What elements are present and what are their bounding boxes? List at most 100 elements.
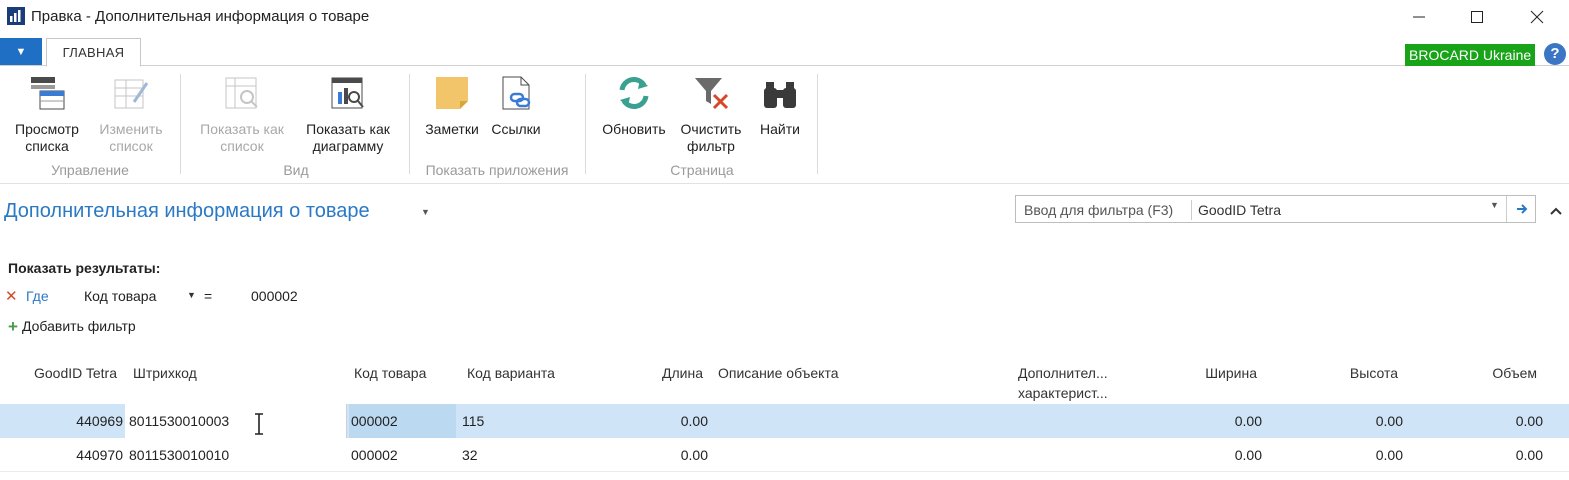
cell-length[interactable]: 0.00 (600, 404, 708, 438)
links-button[interactable]: Ссылки (486, 74, 546, 138)
group-divider (409, 74, 410, 174)
col-header-height[interactable]: Высота (1290, 363, 1398, 383)
filter-operator: = (204, 288, 213, 304)
filter-field-dropdown[interactable]: Код товара (84, 288, 156, 304)
page-title[interactable]: Дополнительная информация о товаре (4, 200, 370, 223)
ribbon: Просмотр списка Изменить список Управлен… (0, 66, 1569, 184)
show-as-list-icon (225, 77, 258, 109)
col-header-variant-code[interactable]: Код варианта (467, 363, 555, 383)
col-header-length[interactable]: Длина (600, 363, 703, 383)
col-header-item-code[interactable]: Код товара (354, 363, 426, 383)
cell-goodid[interactable]: 440970 (10, 438, 123, 472)
close-icon (1530, 10, 1544, 24)
cell-length[interactable]: 0.00 (600, 438, 708, 472)
cell-height[interactable]: 0.00 (1290, 404, 1403, 438)
refresh-icon (619, 77, 649, 109)
col-header-extra-line-1: Дополнител... (1018, 365, 1108, 381)
caret-down-icon: ▼ (15, 45, 27, 58)
cell-height[interactable]: 0.00 (1290, 438, 1403, 472)
col-header-barcode[interactable]: Штрихкод (133, 363, 197, 383)
filter-input-placeholder[interactable]: Ввод для фильтра (F3) (1024, 202, 1173, 218)
app-menu-button[interactable]: ▼ (0, 38, 42, 65)
company-badge[interactable]: BROCARD Ukraine (1405, 44, 1536, 66)
refresh-button[interactable]: Обновить (596, 74, 672, 138)
filter-divider (1191, 200, 1192, 220)
clear-filter-icon (695, 78, 729, 110)
refresh-label: Обновить (602, 121, 666, 137)
tab-home[interactable]: ГЛАВНАЯ (46, 38, 141, 67)
collapse-chevron-up-icon[interactable] (1549, 203, 1563, 219)
field-caret-down-icon[interactable]: ▼ (187, 290, 196, 300)
edit-list-button[interactable]: Изменить список (92, 74, 170, 155)
col-header-volume[interactable]: Объем (1430, 363, 1537, 383)
cell-volume[interactable]: 0.00 (1430, 404, 1543, 438)
group-label-view: Вид (283, 162, 309, 178)
apply-filter-button[interactable] (1506, 196, 1536, 222)
col-header-width[interactable]: Ширина (1150, 363, 1257, 383)
remove-filter-icon[interactable]: ✕ (5, 287, 18, 305)
find-label: Найти (760, 121, 800, 137)
cell-width[interactable]: 0.00 (1150, 404, 1262, 438)
cell-variant-code[interactable]: 115 (462, 404, 484, 438)
show-as-chart-icon (331, 77, 364, 109)
app-logo-icon (7, 7, 25, 25)
col-header-object-desc[interactable]: Описание объекта (718, 363, 839, 383)
maximize-button[interactable] (1453, 0, 1501, 34)
minimize-icon (1413, 16, 1425, 18)
view-list-label-1: Просмотр (15, 121, 79, 137)
title-caret-down-icon[interactable]: ▼ (421, 207, 430, 217)
table-row[interactable]: 440970 8011530010010 000002 32 0.00 0.00… (0, 438, 1569, 472)
cell-variant-code[interactable]: 32 (462, 438, 478, 472)
help-icon[interactable]: ? (1544, 43, 1566, 65)
table-row[interactable]: 440969 8011530010003 000002 115 0.00 0.0… (0, 404, 1569, 438)
links-icon (502, 76, 531, 110)
find-button[interactable]: Найти (750, 74, 810, 138)
group-divider (180, 74, 181, 174)
edit-list-icon (114, 79, 149, 109)
notes-label: Заметки (425, 121, 479, 137)
col-header-goodid[interactable]: GoodID Tetra (10, 363, 117, 383)
group-label-manage: Управление (51, 162, 129, 178)
group-label-page: Страница (670, 162, 734, 178)
notes-button[interactable]: Заметки (420, 74, 484, 138)
view-list-label-2: списка (25, 138, 69, 154)
cell-width[interactable]: 0.00 (1150, 438, 1262, 472)
notes-icon (436, 77, 468, 109)
binoculars-icon (764, 82, 796, 108)
links-label: Ссылки (491, 121, 541, 137)
text-cursor-icon (255, 413, 263, 435)
show-as-list-label-1: Показать как (200, 121, 284, 137)
col-header-extra-line-2: характерист... (1018, 385, 1108, 401)
maximize-icon (1471, 11, 1483, 23)
filter-field-select[interactable]: GoodID Tetra (1198, 202, 1281, 218)
show-as-chart-button[interactable]: Показать как диаграмму (296, 74, 400, 155)
clear-filter-button[interactable]: Очистить фильтр (674, 74, 748, 155)
show-as-chart-label-2: диаграмму (312, 138, 384, 154)
cell-barcode-editor[interactable]: 8011530010003 (125, 404, 347, 438)
arrow-right-icon (1516, 204, 1527, 214)
cell-barcode[interactable]: 8011530010010 (129, 438, 229, 472)
cell-item-code[interactable]: 000002 (349, 404, 456, 438)
filter-value-input[interactable]: 000002 (251, 288, 298, 304)
clear-filter-label-2: фильтр (687, 138, 735, 154)
view-list-button[interactable]: Просмотр списка (8, 74, 86, 155)
minimize-button[interactable] (1395, 0, 1443, 34)
edit-list-label-2: список (109, 138, 153, 154)
cell-item-code[interactable]: 000002 (351, 438, 398, 472)
quick-filter-box[interactable]: Ввод для фильтра (F3) GoodID Tetra ▼ (1015, 195, 1536, 223)
group-label-show-attached: Показать приложения (425, 162, 569, 178)
title-bar: Правка - Дополнительная информация о тов… (0, 0, 1569, 34)
edit-list-label-1: Изменить (99, 121, 163, 137)
cell-goodid[interactable]: 440969 (10, 404, 123, 438)
clear-filter-label-1: Очистить (680, 121, 742, 137)
col-header-extra[interactable]: Дополнител... характерист... (1018, 363, 1108, 403)
filter-caret-down-icon[interactable]: ▼ (1490, 200, 1499, 210)
add-filter-link[interactable]: Добавить фильтр (22, 318, 136, 334)
view-list-icon (31, 77, 65, 110)
close-button[interactable] (1513, 0, 1561, 34)
plus-icon[interactable]: + (8, 317, 18, 337)
group-divider (585, 74, 586, 174)
show-as-list-button[interactable]: Показать как список (190, 74, 294, 155)
show-as-list-label-2: список (220, 138, 264, 154)
cell-volume[interactable]: 0.00 (1430, 438, 1543, 472)
